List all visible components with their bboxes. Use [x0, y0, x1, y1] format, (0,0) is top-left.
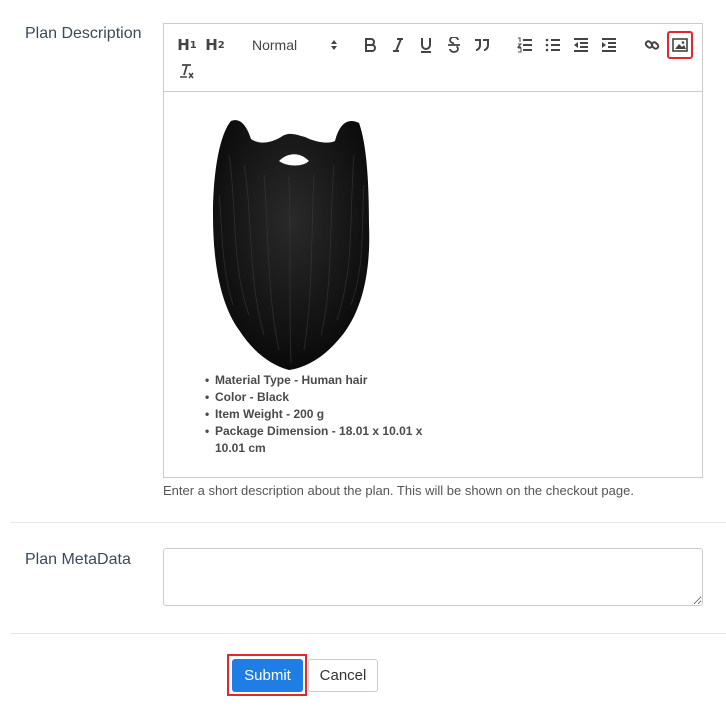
image-icon[interactable] [667, 31, 693, 59]
list-item: Color - Black [205, 389, 445, 406]
list-item: Item Weight - 200 g [205, 406, 445, 423]
h1-label: H [177, 36, 190, 54]
format-select[interactable]: Normal [252, 34, 338, 56]
h2-label: H [205, 36, 218, 54]
section-divider [10, 522, 726, 523]
italic-icon[interactable] [387, 34, 409, 56]
bold-icon[interactable] [359, 34, 381, 56]
h1-button[interactable]: H1 [176, 34, 198, 56]
rich-text-editor[interactable]: H1 H2 Normal • Material Type - Human hai… [163, 23, 703, 478]
editor-toolbar: H1 H2 Normal [164, 24, 702, 92]
ordered-list-icon[interactable] [514, 34, 536, 56]
format-select-value: Normal [252, 37, 298, 53]
cancel-button[interactable]: Cancel [308, 659, 378, 692]
plan-description-help: Enter a short description about the plan… [163, 483, 634, 498]
plan-description-label: Plan Description [25, 25, 142, 42]
section-divider [10, 633, 726, 634]
link-icon[interactable] [641, 34, 663, 56]
indent-icon[interactable] [598, 34, 620, 56]
select-arrows-icon [331, 40, 337, 50]
h2-sub: 2 [217, 39, 225, 51]
strikethrough-icon[interactable] [443, 34, 465, 56]
list-item: Package Dimension - 18.01 x 10.01 x 10.0… [205, 423, 445, 457]
plan-metadata-label: Plan MetaData [25, 551, 131, 568]
editor-content[interactable]: Material Type - Human hair Color - Black… [164, 93, 702, 478]
product-details-list: Material Type - Human hair Color - Black… [205, 372, 445, 457]
bullet-list-icon[interactable] [542, 34, 564, 56]
h1-sub: 1 [189, 39, 197, 51]
beard-product-image [213, 120, 370, 370]
underline-icon[interactable] [415, 34, 437, 56]
submit-button[interactable]: Submit [232, 659, 303, 692]
outdent-icon[interactable] [570, 34, 592, 56]
clear-format-icon[interactable] [176, 60, 198, 82]
list-item: Material Type - Human hair [205, 372, 445, 389]
blockquote-icon[interactable] [471, 34, 493, 56]
h2-button[interactable]: H2 [204, 34, 226, 56]
plan-metadata-input[interactable] [163, 548, 703, 606]
